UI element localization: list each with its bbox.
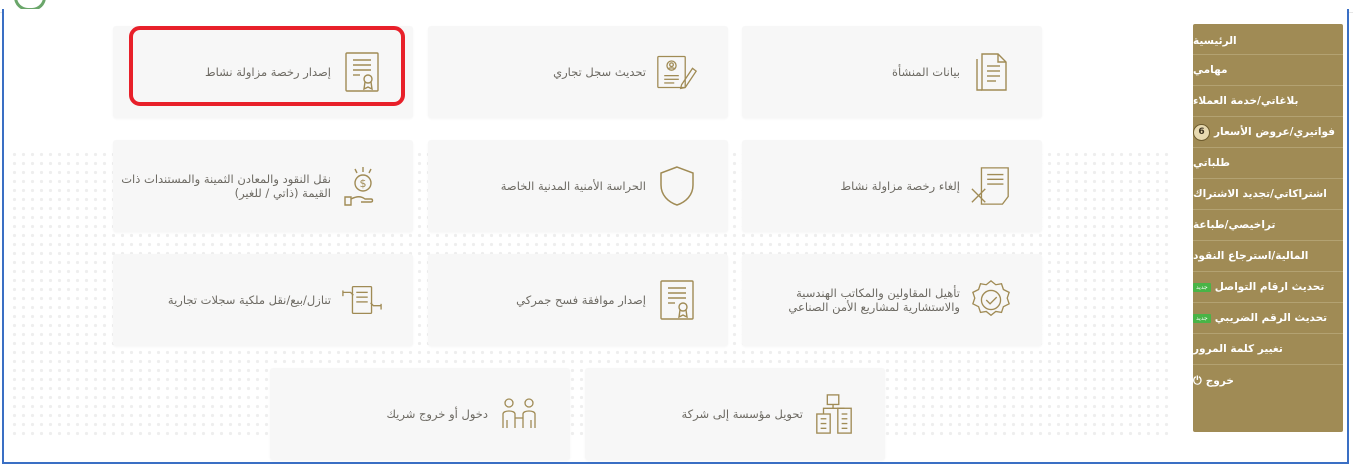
sidebar-item-label: تراخيصي/طباعة bbox=[1193, 219, 1276, 231]
customs-document-icon bbox=[656, 279, 698, 321]
sidebar-item-label: تغيير كلمة المرور bbox=[1193, 343, 1283, 355]
sidebar-item-label: اشتراكاتي/تجديد الاشتراك bbox=[1193, 188, 1327, 200]
document-cancel-icon bbox=[970, 165, 1012, 207]
sidebar-item-update-contacts[interactable]: تحديث ارقام التواصل جديد bbox=[1193, 272, 1343, 303]
sidebar-item-logout[interactable]: خروج ⏻ bbox=[1193, 365, 1343, 396]
certificate-edit-icon bbox=[656, 51, 698, 93]
buildings-icon bbox=[813, 393, 855, 435]
selected-card-highlight bbox=[129, 26, 405, 106]
sidebar: الرئيسية مهامي بلاغاتي/خدمة العملاء فوات… bbox=[1193, 24, 1343, 432]
service-card-partner-entry-exit[interactable]: دخول أو خروج شريك bbox=[270, 368, 570, 460]
sidebar-item-label: تحديث الرقم الضريبي bbox=[1214, 312, 1328, 324]
service-label: تنازل/بيع/نقل ملكية سجلات تجارية bbox=[167, 293, 331, 307]
service-card-contractors-qualification[interactable]: تأهيل المقاولين والمكاتب الهندسية والاست… bbox=[742, 254, 1042, 346]
service-label: إصدار موافقة فسح جمركي bbox=[516, 293, 646, 307]
sidebar-item-requests[interactable]: طلباتي bbox=[1193, 148, 1343, 179]
document-list-icon bbox=[970, 51, 1012, 93]
sidebar-item-change-password[interactable]: تغيير كلمة المرور bbox=[1193, 334, 1343, 365]
badge-check-icon bbox=[970, 279, 1012, 321]
document-transfer-icon bbox=[341, 279, 383, 321]
sidebar-item-label: مهامي bbox=[1193, 64, 1228, 76]
service-label: الحراسة الأمنية المدنية الخاصة bbox=[500, 179, 646, 193]
sidebar-item-reports[interactable]: بلاغاتي/خدمة العملاء bbox=[1193, 86, 1343, 117]
service-label: نقل النقود والمعادن الثمينة والمستندات ذ… bbox=[121, 172, 331, 200]
money-hand-icon: $ bbox=[341, 165, 383, 207]
sidebar-item-label: تحديث ارقام التواصل bbox=[1214, 281, 1325, 293]
service-label: بيانات المنشأة bbox=[892, 65, 960, 79]
partners-icon bbox=[498, 393, 540, 435]
service-card-cash-transport[interactable]: $ نقل النقود والمعادن الثمينة والمستندات… bbox=[113, 140, 413, 232]
sidebar-item-label: بلاغاتي/خدمة العملاء bbox=[1193, 95, 1299, 107]
shield-icon bbox=[656, 165, 698, 207]
sidebar-item-label: طلباتي bbox=[1193, 157, 1230, 169]
service-label: تحويل مؤسسة إلى شركة bbox=[681, 407, 803, 421]
service-card-convert-to-company[interactable]: تحويل مؤسسة إلى شركة bbox=[585, 368, 885, 460]
power-icon: ⏻ bbox=[1193, 373, 1202, 387]
service-card-cr-transfer[interactable]: تنازل/بيع/نقل ملكية سجلات تجارية bbox=[113, 254, 413, 346]
service-label: دخول أو خروج شريك bbox=[386, 407, 488, 421]
sidebar-item-label: الرئيسية bbox=[1193, 34, 1237, 47]
service-label: تأهيل المقاولين والمكاتب الهندسية والاست… bbox=[788, 286, 960, 314]
service-label: تحديث سجل تجاري bbox=[553, 65, 646, 79]
sidebar-item-finance[interactable]: المالية/استرجاع النقود bbox=[1193, 241, 1343, 272]
service-card-cancel-license[interactable]: إلغاء رخصة مزاولة نشاط bbox=[742, 140, 1042, 232]
sidebar-item-label: فواتيري/عروض الأسعار bbox=[1214, 126, 1335, 138]
sidebar-item-home[interactable]: الرئيسية bbox=[1193, 24, 1343, 55]
sidebar-item-subscriptions[interactable]: اشتراكاتي/تجديد الاشتراك bbox=[1193, 179, 1343, 210]
sidebar-item-label: خروج bbox=[1205, 374, 1234, 387]
service-card-customs-clearance[interactable]: إصدار موافقة فسح جمركي bbox=[428, 254, 728, 346]
svg-text:$: $ bbox=[360, 177, 367, 190]
count-badge: 6 bbox=[1193, 123, 1210, 141]
sidebar-item-tasks[interactable]: مهامي bbox=[1193, 55, 1343, 86]
sidebar-item-invoices[interactable]: فواتيري/عروض الأسعار 6 bbox=[1193, 117, 1343, 148]
sidebar-item-licenses[interactable]: تراخيصي/طباعة bbox=[1193, 210, 1343, 241]
service-card-security-guarding[interactable]: الحراسة الأمنية المدنية الخاصة bbox=[428, 140, 728, 232]
service-label: إلغاء رخصة مزاولة نشاط bbox=[840, 179, 960, 193]
service-card-update-cr[interactable]: تحديث سجل تجاري bbox=[428, 26, 728, 118]
sidebar-item-update-tax-number[interactable]: تحديث الرقم الضريبي جديد bbox=[1193, 303, 1343, 334]
new-tag: جديد bbox=[1193, 313, 1211, 323]
new-tag: جديد bbox=[1193, 282, 1211, 292]
service-card-company-data[interactable]: بيانات المنشأة bbox=[742, 26, 1042, 118]
sidebar-item-label: المالية/استرجاع النقود bbox=[1193, 250, 1309, 262]
